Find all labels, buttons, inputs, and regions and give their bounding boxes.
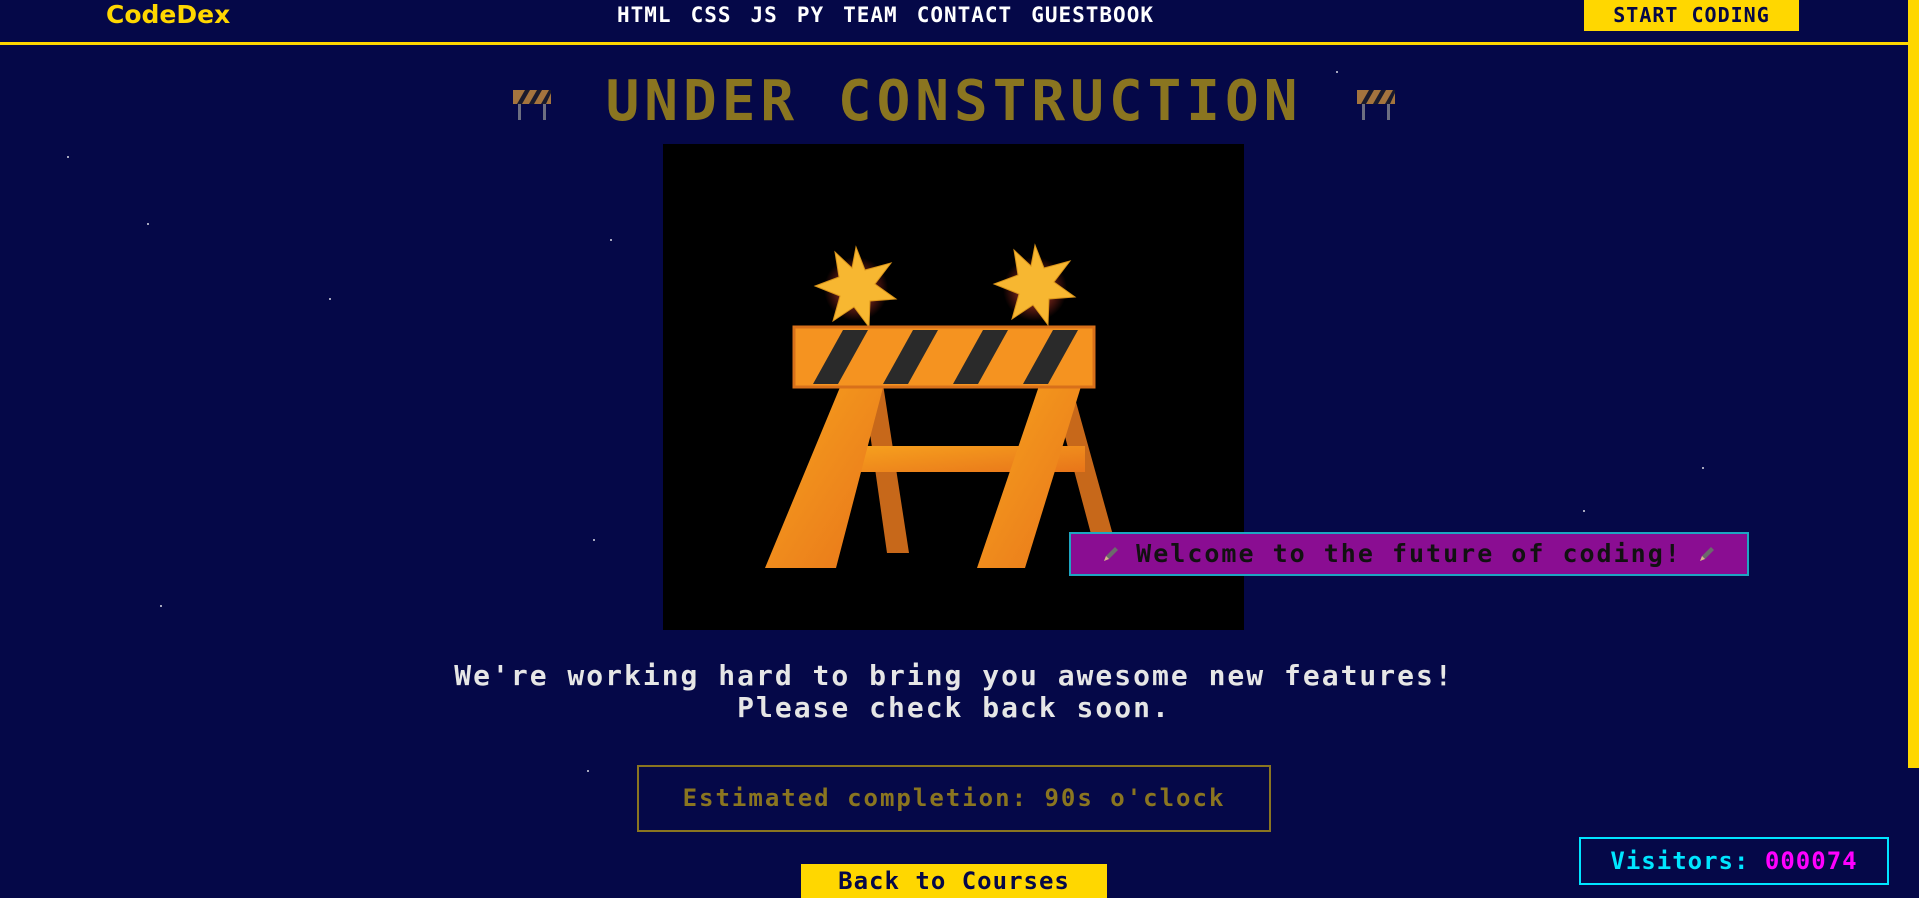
nav-link-html[interactable]: HTML xyxy=(617,0,672,30)
scrollbar[interactable] xyxy=(1908,0,1919,768)
construction-message: We're working hard to bring you awesome … xyxy=(0,660,1908,724)
pencil-icon xyxy=(1104,547,1119,561)
page-title: UNDER CONSTRUCTION xyxy=(605,69,1303,134)
visitor-counter: Visitors: 000074 xyxy=(1579,837,1889,885)
message-line-2: Please check back soon. xyxy=(737,691,1171,724)
nav-links: HTML CSS JS PY TEAM CONTACT GUESTBOOK xyxy=(617,0,1154,30)
pencil-icon xyxy=(1699,547,1714,561)
nav-link-guestbook[interactable]: GUESTBOOK xyxy=(1031,0,1154,30)
welcome-banner: Welcome to the future of coding! xyxy=(1069,532,1749,576)
brand-logo[interactable]: CodeDex xyxy=(106,0,230,30)
message-line-1: We're working hard to bring you awesome … xyxy=(454,659,1454,692)
nav-link-js[interactable]: JS xyxy=(751,0,778,30)
start-coding-button[interactable]: START CODING xyxy=(1584,0,1799,31)
nav-link-css[interactable]: CSS xyxy=(691,0,732,30)
banner-text: Welcome to the future of coding! xyxy=(1136,539,1682,568)
nav-link-py[interactable]: PY xyxy=(797,0,824,30)
visitor-counter-label: Visitors: xyxy=(1610,847,1750,875)
estimated-completion-box: Estimated completion: 90s o'clock xyxy=(637,765,1271,832)
construction-barrier-icon xyxy=(512,90,551,120)
visitor-counter-value: 000074 xyxy=(1764,847,1858,875)
nav-link-team[interactable]: TEAM xyxy=(843,0,898,30)
title-row: UNDER CONSTRUCTION xyxy=(0,70,1908,134)
navbar: CodeDex HTML CSS JS PY TEAM CONTACT GUES… xyxy=(0,0,1908,45)
nav-link-contact[interactable]: CONTACT xyxy=(917,0,1013,30)
page: CodeDex HTML CSS JS PY TEAM CONTACT GUES… xyxy=(0,0,1919,898)
back-to-courses-button[interactable]: Back to Courses xyxy=(801,864,1107,898)
construction-barrier-icon xyxy=(1357,90,1396,120)
